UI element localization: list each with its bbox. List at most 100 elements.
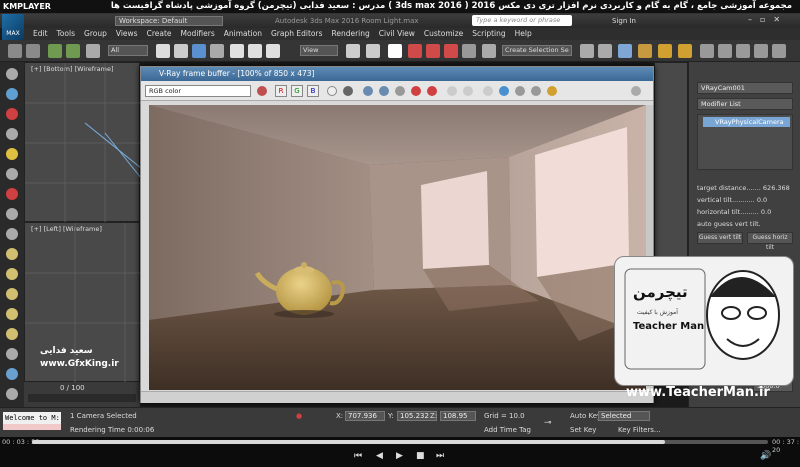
stop-icon[interactable]: ■	[416, 451, 425, 461]
vertical-tilt-value[interactable]: 0.0	[757, 196, 767, 204]
cylinder-icon[interactable]	[6, 328, 18, 340]
next-icon[interactable]: ⏭	[436, 451, 444, 461]
undo-icon[interactable]	[8, 44, 22, 58]
menu-modifiers[interactable]: Modifiers	[181, 28, 215, 40]
menu-customize[interactable]: Customize	[424, 28, 463, 40]
modifier-list-select[interactable]: Modifier List	[697, 98, 793, 110]
save-image-icon[interactable]	[363, 86, 373, 96]
layer-manager-icon[interactable]	[618, 44, 632, 58]
menu-scripting[interactable]: Scripting	[472, 28, 505, 40]
time-slider[interactable]: 0 / 100	[24, 382, 140, 407]
auto-key-button[interactable]: Auto Key	[570, 412, 601, 420]
mono-icon[interactable]	[343, 86, 353, 96]
shape-icon[interactable]	[6, 108, 18, 120]
space-warp-icon[interactable]	[6, 208, 18, 220]
history-icon[interactable]	[531, 86, 541, 96]
keyboard-shortcut-icon[interactable]	[388, 44, 402, 58]
stop-render-icon[interactable]	[411, 86, 421, 96]
helper-icon[interactable]	[6, 188, 18, 200]
target-distance-value[interactable]: 626.368	[763, 184, 790, 192]
vfb-title-bar[interactable]: V-Ray frame buffer - [100% of 850 x 473]	[141, 67, 653, 81]
clear-image-icon[interactable]	[395, 86, 405, 96]
auto-guess-checkbox[interactable]: auto guess vert tilt.	[697, 220, 761, 228]
seek-bar[interactable]	[32, 440, 768, 444]
pyramid-icon[interactable]	[6, 288, 18, 300]
pixel-info-icon[interactable]	[515, 86, 525, 96]
unlink-icon[interactable]	[66, 44, 80, 58]
utilities-panel-icon[interactable]	[772, 44, 786, 58]
viewport-bottom[interactable]: [+] [Bottom] [Wireframe]	[24, 62, 141, 223]
color-wheel-icon[interactable]	[257, 86, 267, 96]
render-icon[interactable]	[678, 44, 692, 58]
menu-group[interactable]: Group	[84, 28, 107, 40]
spinner-snap-icon[interactable]	[462, 44, 476, 58]
cone-icon[interactable]	[6, 248, 18, 260]
app-logo-button[interactable]: MAX	[2, 14, 24, 40]
menu-help[interactable]: Help	[515, 28, 532, 40]
geosphere-icon[interactable]	[6, 348, 18, 360]
bind-space-warp-icon[interactable]	[86, 44, 100, 58]
reference-coordinate-select[interactable]: View	[300, 45, 338, 56]
lens-effects-icon[interactable]	[483, 86, 493, 96]
snaps-toggle-icon[interactable]	[408, 44, 422, 58]
menu-animation[interactable]: Animation	[224, 28, 262, 40]
align-icon[interactable]	[598, 44, 612, 58]
viewport-left[interactable]: [+] [Left] [Wireframe]	[24, 222, 141, 383]
red-channel-button[interactable]: R	[275, 85, 287, 97]
menu-edit[interactable]: Edit	[33, 28, 48, 40]
camera-icon[interactable]	[6, 168, 18, 180]
green-channel-button[interactable]: G	[291, 85, 303, 97]
systems-icon[interactable]	[6, 228, 18, 240]
blue-channel-button[interactable]: B	[307, 85, 319, 97]
move-icon[interactable]	[230, 44, 244, 58]
alpha-icon[interactable]	[327, 86, 337, 96]
play-icon[interactable]: ▶	[396, 451, 403, 461]
rewind-icon[interactable]: ◀	[376, 451, 383, 461]
modifier-item[interactable]: VRayPhysicalCamera	[703, 117, 790, 127]
menu-civil-view[interactable]: Civil View	[379, 28, 415, 40]
color-corrections-icon[interactable]	[499, 86, 509, 96]
show-correction-icon[interactable]	[547, 86, 557, 96]
vfb-settings-icon[interactable]	[631, 86, 641, 96]
window-crossing-icon[interactable]	[210, 44, 224, 58]
scale-icon[interactable]	[266, 44, 280, 58]
previous-icon[interactable]: ⏮	[354, 451, 362, 461]
search-input[interactable]: Type a keyword or phrase	[472, 15, 572, 26]
menu-rendering[interactable]: Rendering	[331, 28, 369, 40]
menu-views[interactable]: Views	[116, 28, 138, 40]
angle-snap-icon[interactable]	[426, 44, 440, 58]
x-coordinate-field[interactable]: 707.936	[345, 411, 385, 421]
pivot-center-icon[interactable]	[346, 44, 360, 58]
modify-panel-icon[interactable]	[718, 44, 732, 58]
object-name-field[interactable]: VRayCam001	[697, 82, 793, 94]
guess-vert-tilt-button[interactable]: Guess vert tilt	[697, 232, 743, 244]
window-controls[interactable]: –▫✕	[748, 15, 788, 24]
lock-selection-icon[interactable]: ●	[296, 412, 302, 420]
guess-horiz-tilt-button[interactable]: Guess horiz tilt	[747, 232, 793, 251]
material-editor-icon[interactable]	[638, 44, 652, 58]
plane-icon[interactable]	[6, 368, 18, 380]
motion-panel-icon[interactable]	[754, 44, 768, 58]
track-mouse-icon[interactable]	[463, 86, 473, 96]
region-render-icon[interactable]	[447, 86, 457, 96]
tube-icon[interactable]	[6, 388, 18, 400]
light-icon[interactable]	[6, 148, 18, 160]
key-icon[interactable]: ⊸	[544, 418, 552, 428]
maxscript-result[interactable]	[3, 424, 61, 430]
key-selection-select[interactable]: Selected	[598, 411, 650, 421]
menu-create[interactable]: Create	[147, 28, 172, 40]
volume-icon[interactable]: 🔊	[760, 451, 771, 461]
key-filters-button[interactable]: Key Filters...	[618, 426, 661, 434]
horizontal-tilt-value[interactable]: 0.0	[761, 208, 771, 216]
link-icon[interactable]	[48, 44, 62, 58]
redo-icon[interactable]	[26, 44, 40, 58]
teapot-icon[interactable]	[6, 308, 18, 320]
track-bar[interactable]	[28, 394, 136, 402]
select-manipulate-icon[interactable]	[366, 44, 380, 58]
select-object-icon[interactable]	[156, 44, 170, 58]
render-setup-icon[interactable]	[658, 44, 672, 58]
torus-icon[interactable]	[6, 268, 18, 280]
workspace-select[interactable]: Workspace: Default	[115, 16, 223, 26]
box-icon[interactable]	[6, 128, 18, 140]
named-selection-icon[interactable]	[482, 44, 496, 58]
